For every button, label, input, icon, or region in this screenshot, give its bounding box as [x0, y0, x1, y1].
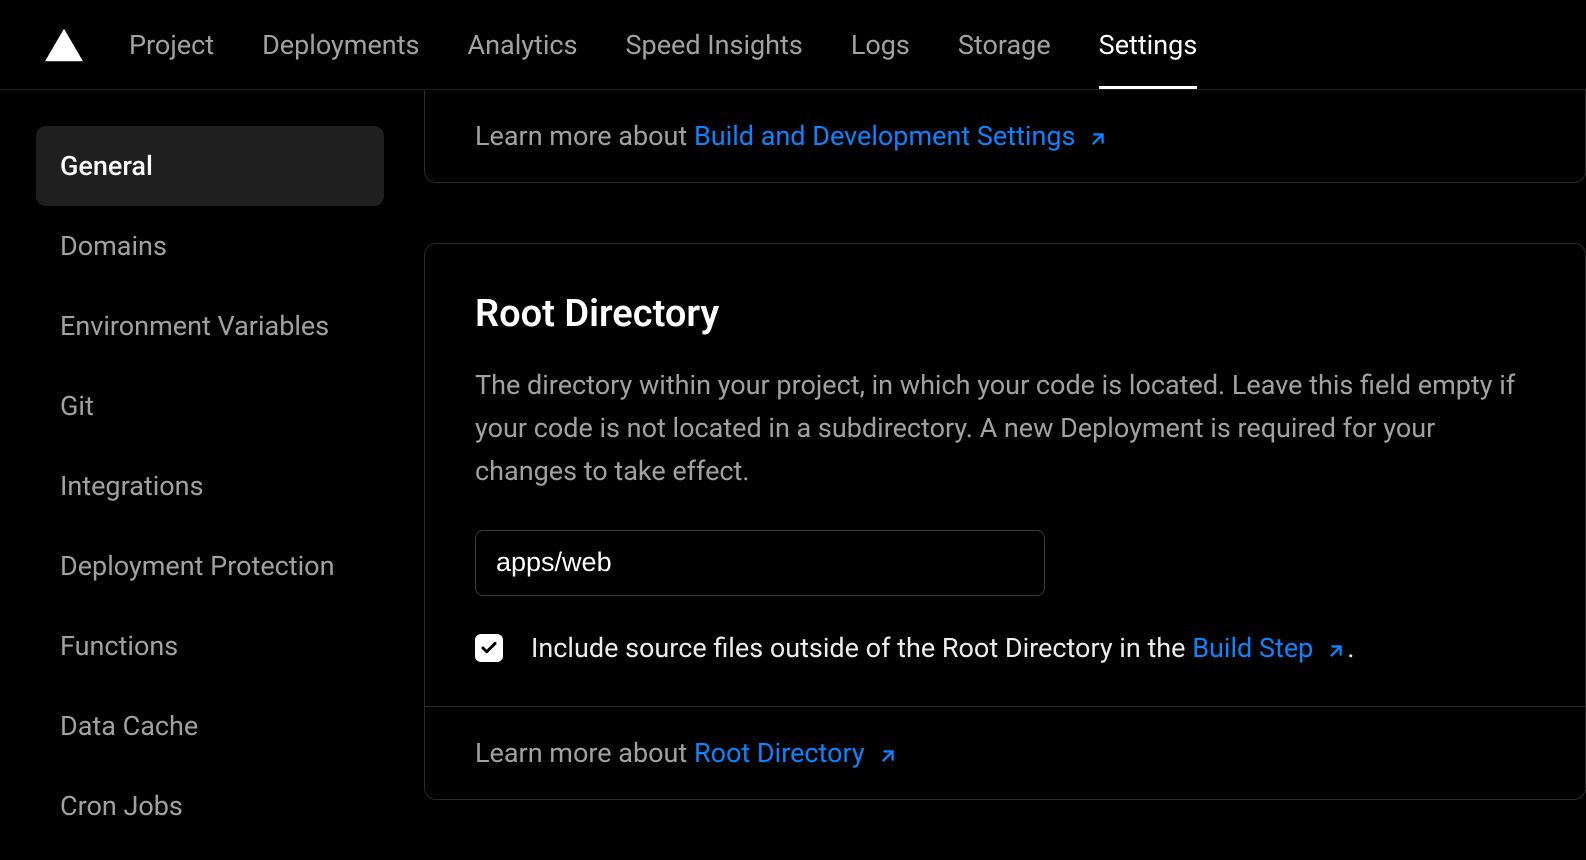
- sidebar-item-environment-variables[interactable]: Environment Variables: [36, 286, 384, 366]
- root-directory-input[interactable]: [475, 530, 1045, 596]
- sidebar-item-general[interactable]: General: [36, 126, 384, 206]
- include-source-files-checkbox[interactable]: [475, 634, 503, 662]
- sidebar-item-git[interactable]: Git: [36, 366, 384, 446]
- vercel-logo-icon[interactable]: [45, 28, 83, 62]
- external-link-icon: [1087, 125, 1109, 147]
- sidebar-item-functions[interactable]: Functions: [36, 606, 384, 686]
- checkbox-label: Include source files outside of the Root…: [531, 632, 1354, 664]
- sidebar-item-data-cache[interactable]: Data Cache: [36, 686, 384, 766]
- build-dev-settings-link[interactable]: Build and Development Settings: [694, 120, 1110, 152]
- tab-logs[interactable]: Logs: [851, 0, 910, 89]
- tab-analytics[interactable]: Analytics: [467, 0, 577, 89]
- tab-storage[interactable]: Storage: [958, 0, 1051, 89]
- nav-tabs: Project Deployments Analytics Speed Insi…: [129, 0, 1197, 89]
- settings-sidebar: General Domains Environment Variables Gi…: [0, 90, 420, 860]
- settings-content: Learn more about Build and Development S…: [420, 90, 1586, 860]
- card-footer: Learn more about Build and Development S…: [425, 90, 1585, 182]
- learn-more-text: Learn more about: [475, 120, 694, 152]
- tab-speed-insights[interactable]: Speed Insights: [626, 0, 803, 89]
- external-link-icon: [1325, 637, 1347, 659]
- learn-more-text: Learn more about: [475, 737, 694, 769]
- sidebar-item-integrations[interactable]: Integrations: [36, 446, 384, 526]
- card-body: Root Directory The directory within your…: [425, 244, 1585, 706]
- sidebar-item-domains[interactable]: Domains: [36, 206, 384, 286]
- tab-deployments[interactable]: Deployments: [262, 0, 419, 89]
- include-source-files-row: Include source files outside of the Root…: [475, 632, 1535, 664]
- sidebar-item-cron-jobs[interactable]: Cron Jobs: [36, 766, 384, 846]
- tab-project[interactable]: Project: [129, 0, 214, 89]
- top-navigation: Project Deployments Analytics Speed Insi…: [0, 0, 1586, 90]
- card-footer: Learn more about Root Directory: [425, 706, 1585, 799]
- build-step-link[interactable]: Build Step: [1192, 632, 1347, 664]
- root-directory-link[interactable]: Root Directory: [694, 737, 899, 769]
- check-icon: [480, 639, 498, 657]
- main-layout: General Domains Environment Variables Gi…: [0, 90, 1586, 860]
- card-description: The directory within your project, in wh…: [475, 364, 1535, 494]
- external-link-icon: [877, 742, 899, 764]
- build-dev-settings-card: Learn more about Build and Development S…: [424, 90, 1586, 183]
- card-title: Root Directory: [475, 292, 1535, 336]
- root-directory-card: Root Directory The directory within your…: [424, 243, 1586, 800]
- tab-settings[interactable]: Settings: [1099, 0, 1198, 89]
- sidebar-item-deployment-protection[interactable]: Deployment Protection: [36, 526, 384, 606]
